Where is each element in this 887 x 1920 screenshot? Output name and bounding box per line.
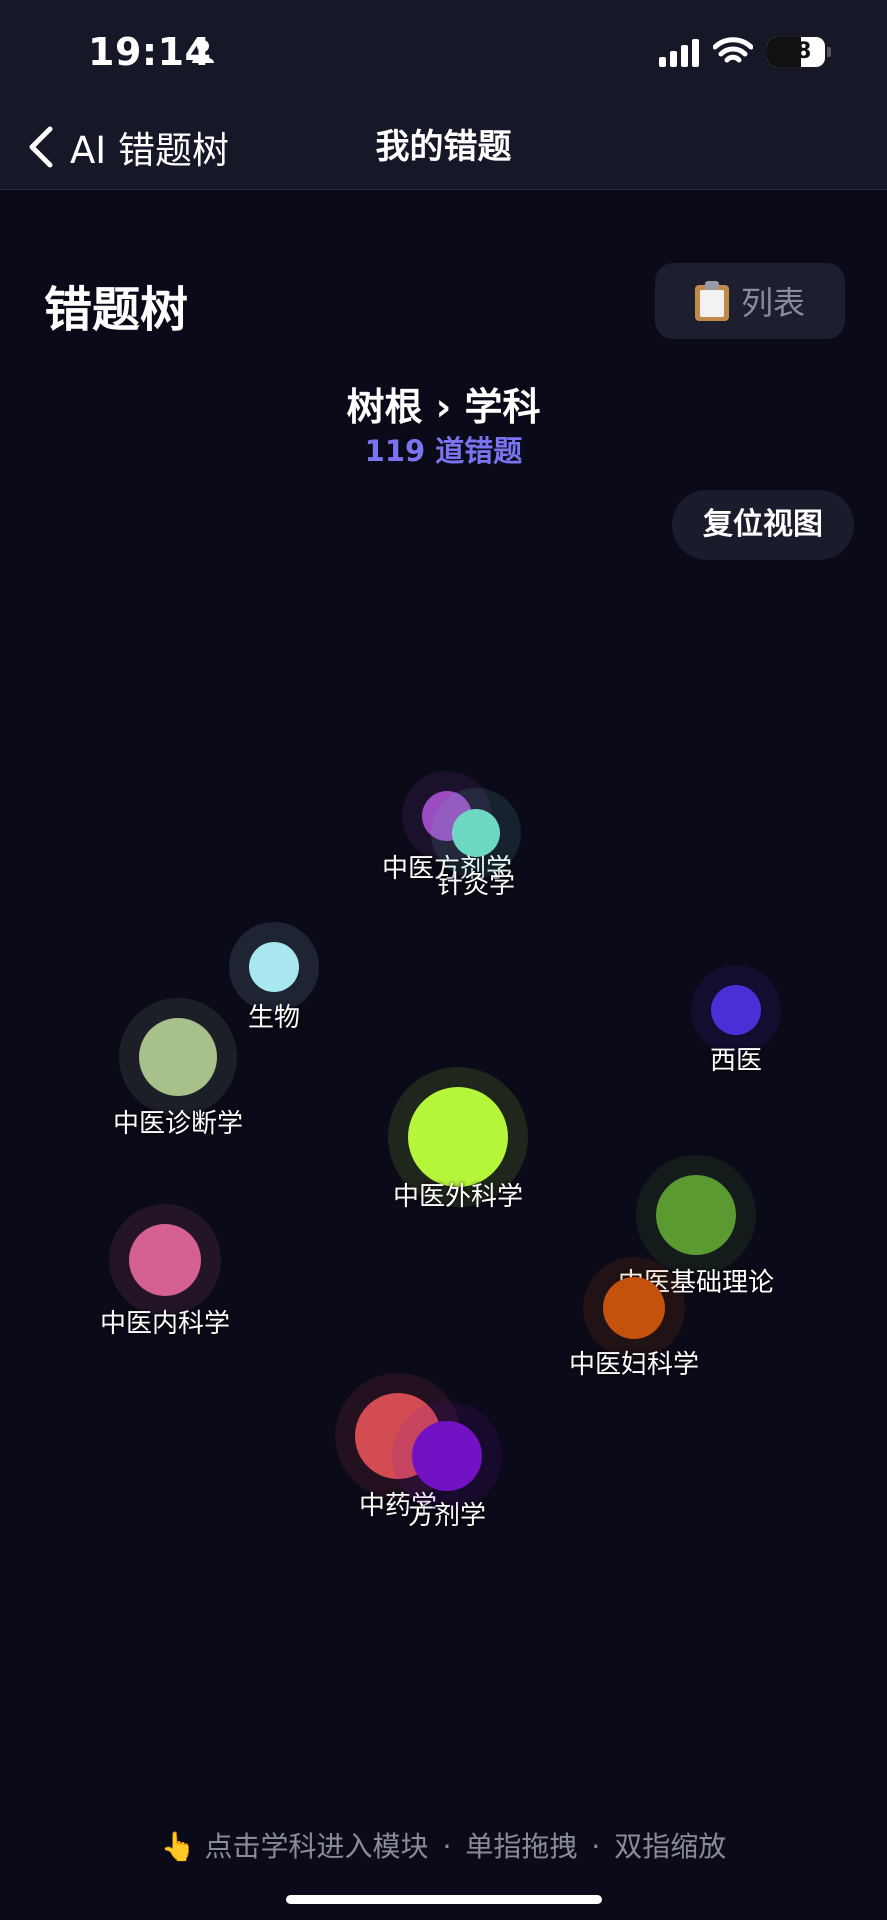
subject-node-circle[interactable] xyxy=(412,1421,482,1491)
chevron-left-icon xyxy=(29,126,53,168)
subject-node-circle[interactable] xyxy=(603,1277,665,1339)
subject-node-label: 生物 xyxy=(247,1003,301,1033)
wifi-icon xyxy=(713,37,753,63)
subject-node-label: 中医诊断学 xyxy=(112,1109,244,1139)
hint-drag: 单指拖拽 xyxy=(465,1830,578,1863)
home-indicator xyxy=(286,1895,602,1904)
nav-title: 我的错题 xyxy=(375,127,512,167)
subject-node-circle[interactable] xyxy=(249,942,299,992)
subject-node-circle[interactable] xyxy=(408,1087,508,1187)
hint-tap: 点击学科进入模块 xyxy=(204,1830,429,1863)
page-title: 错题树 xyxy=(44,282,189,338)
back-button-label: AI 错题树 xyxy=(70,129,229,172)
subject-node-circle[interactable] xyxy=(656,1175,736,1255)
subject-node-label: 中医外科学 xyxy=(392,1182,524,1212)
clipboard-icon xyxy=(694,281,729,321)
cellular-signal-icon xyxy=(659,37,699,67)
subject-node-label: 中医内科学 xyxy=(99,1309,231,1339)
subject-node-label: 方剂学 xyxy=(407,1501,487,1531)
reset-view-button[interactable]: 复位视图 xyxy=(672,490,854,560)
hint-separator: · xyxy=(591,1830,601,1863)
person-icon xyxy=(192,40,214,63)
hint-separator: · xyxy=(442,1830,452,1863)
subject-node-label: 西医 xyxy=(709,1046,763,1076)
list-view-button[interactable]: 列表 xyxy=(655,263,845,339)
subject-node-label: 针灸学 xyxy=(436,870,516,900)
subject-node-circle[interactable] xyxy=(711,985,761,1035)
subject-node-label: 中医妇科学 xyxy=(568,1350,700,1380)
status-bar: 19:14 58 xyxy=(0,0,887,105)
wrong-question-count: 119 道错题 xyxy=(364,434,523,468)
subject-node-circle[interactable] xyxy=(129,1224,201,1296)
back-button[interactable]: AI 错题树 xyxy=(22,115,229,179)
battery-icon: 58 xyxy=(767,37,831,67)
breadcrumb: 树根 › 学科 xyxy=(346,385,541,429)
subject-node-circle[interactable] xyxy=(452,809,500,857)
battery-level: 58 xyxy=(780,39,812,64)
list-view-button-label: 列表 xyxy=(740,284,805,322)
gesture-hint: 👆 点击学科进入模块 · 单指拖拽 · 双指缩放 xyxy=(0,1825,887,1865)
pointing-hand-icon: 👆 xyxy=(160,1830,196,1863)
subject-bubble-canvas[interactable]: 中医方剂学 针灸学 生物 西医 中医诊断学 中医外科学 中医基础理论 中医内科学 中医妇科学 中药… xyxy=(0,600,887,1800)
navigation-bar: AI 错题树 我的错题 xyxy=(0,105,887,190)
status-indicators: 58 xyxy=(659,30,831,74)
subject-node-circle[interactable] xyxy=(139,1018,217,1096)
hint-zoom: 双指缩放 xyxy=(614,1830,727,1863)
